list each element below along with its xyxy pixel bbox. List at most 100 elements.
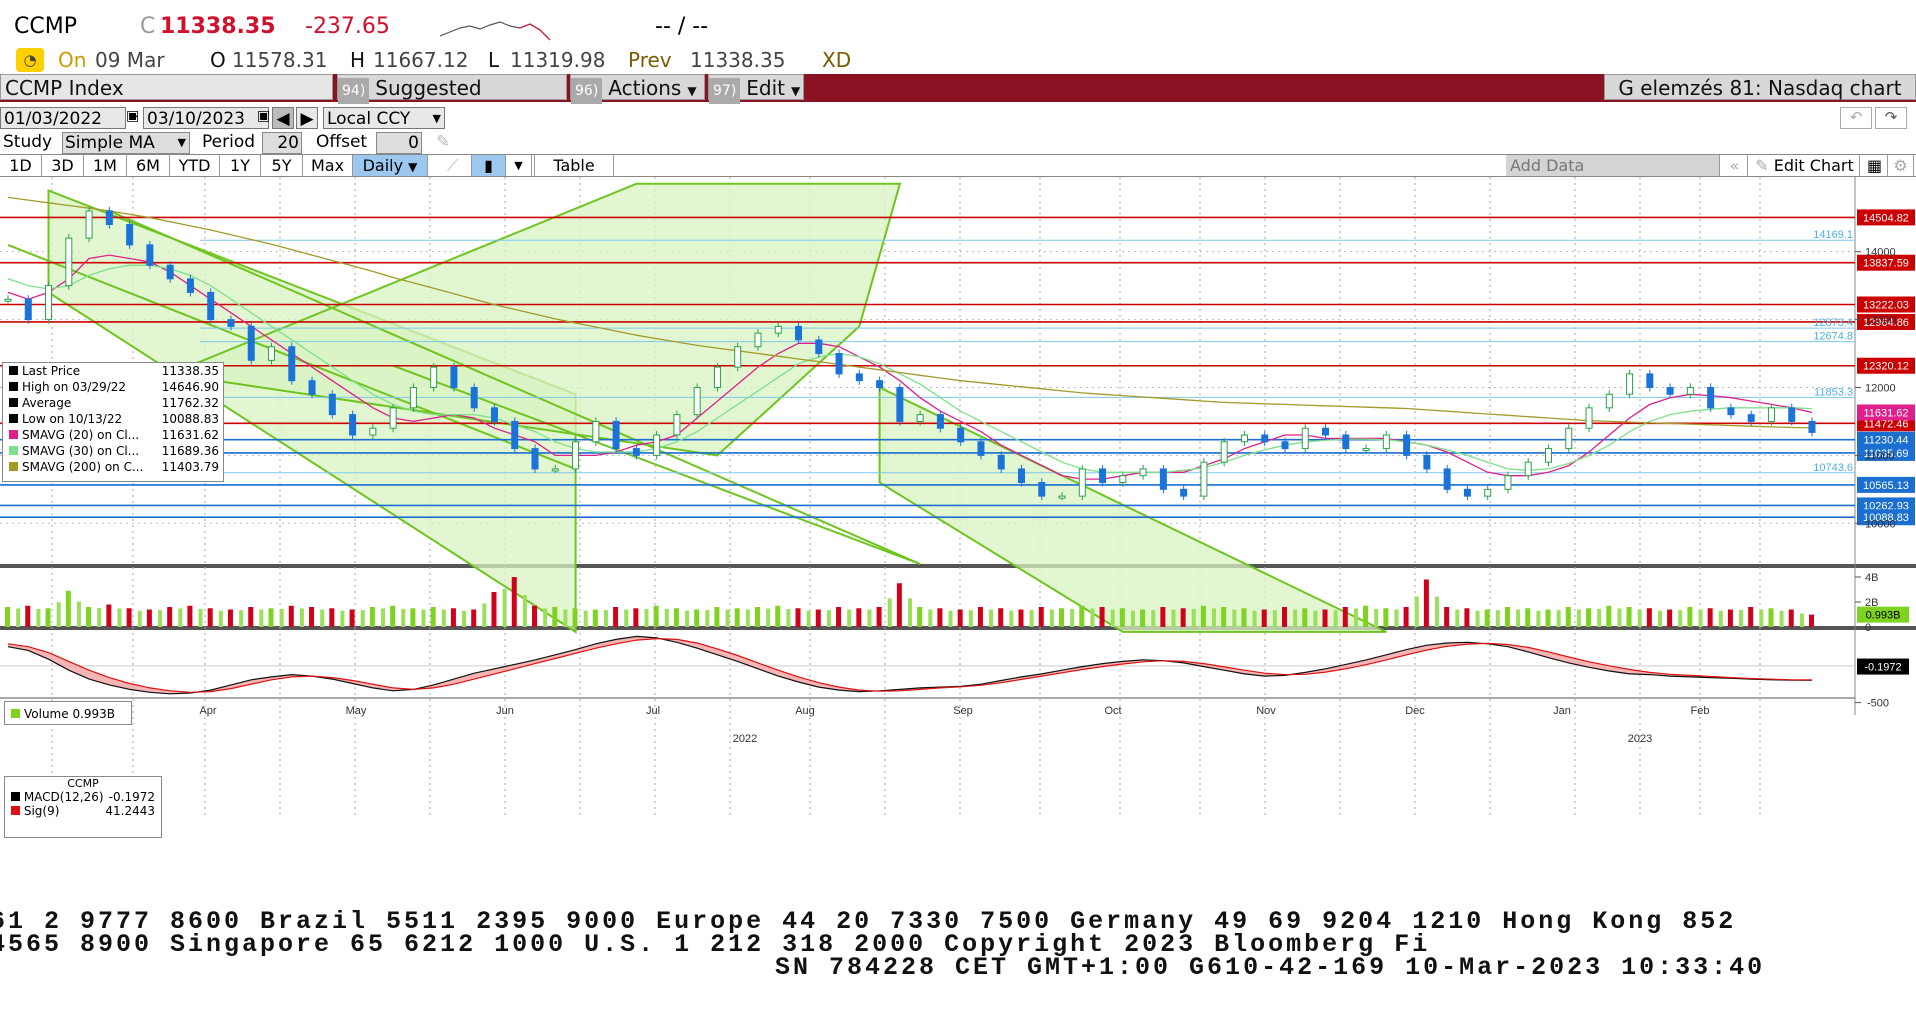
legend-swatch bbox=[9, 414, 18, 423]
range-max-button[interactable]: Max bbox=[303, 155, 353, 176]
volume-bar bbox=[1565, 607, 1571, 627]
candle-body bbox=[713, 366, 721, 388]
end-date-value: 03/10/2023 bbox=[147, 109, 245, 129]
legend-row: Low on 10/13/22 10088.83 bbox=[3, 411, 223, 427]
actions-menu[interactable]: 96) Actions ▼ bbox=[570, 74, 705, 104]
volume-bar bbox=[1241, 608, 1247, 627]
candle-chart-icon[interactable]: ▮ bbox=[472, 155, 506, 176]
chevron-down-icon[interactable]: ▼ bbox=[506, 155, 532, 176]
menu-number: 94) bbox=[338, 78, 370, 104]
candle-body bbox=[1808, 420, 1816, 433]
candle-body bbox=[227, 319, 235, 327]
range-3d-button[interactable]: 3D bbox=[42, 155, 84, 176]
table-button[interactable]: Table bbox=[534, 155, 614, 176]
volume-bar bbox=[1617, 608, 1622, 627]
range-1m-button[interactable]: 1M bbox=[84, 155, 127, 176]
macd-legend[interactable]: CCMP MACD(12,26) -0.1972 Sig(9) 41.2443 bbox=[4, 776, 162, 838]
volume-bar bbox=[766, 608, 771, 627]
offset-input[interactable]: 0 bbox=[376, 132, 422, 154]
offset-label: Offset bbox=[316, 132, 368, 152]
y-tick-label: 10000 bbox=[1865, 518, 1896, 530]
volume-bar bbox=[106, 604, 112, 627]
legend-value: 11403.79 bbox=[161, 460, 219, 474]
end-date-input[interactable]: 03/10/2023 bbox=[143, 107, 269, 129]
level-label: 12320.12 bbox=[1863, 361, 1909, 373]
volume-bar bbox=[450, 608, 456, 627]
volume-bar bbox=[1313, 610, 1318, 627]
line-chart-icon[interactable]: ⟋ bbox=[434, 155, 472, 176]
calendar-icon[interactable]: ▣ bbox=[257, 108, 270, 124]
level-label: 10565.13 bbox=[1863, 480, 1909, 492]
macd-last-label: -0.1972 bbox=[1864, 662, 1901, 674]
panel-divider bbox=[0, 564, 1916, 568]
suggested-charts-menu[interactable]: 94)Suggested Charts▼ bbox=[337, 74, 567, 129]
candle-body bbox=[835, 353, 843, 375]
start-date-input[interactable]: 01/03/2022 bbox=[0, 107, 126, 129]
volume-bar bbox=[754, 607, 760, 627]
pencil-icon[interactable]: ✎ bbox=[436, 132, 450, 152]
prev-period-button[interactable]: ◀ bbox=[272, 107, 294, 129]
speed-gauge-icon[interactable]: ◔ bbox=[16, 48, 44, 72]
volume-bar bbox=[1212, 608, 1217, 627]
volume-bar bbox=[937, 608, 943, 627]
volume-bar bbox=[1484, 609, 1490, 627]
month-label: Jul bbox=[646, 705, 660, 717]
volume-bar bbox=[1768, 608, 1774, 627]
redo-icon[interactable]: ↷ bbox=[1875, 107, 1907, 129]
volume-bar bbox=[1788, 609, 1794, 627]
gear-icon[interactable]: ⚙ bbox=[1888, 155, 1914, 176]
volume-bar bbox=[1171, 609, 1176, 627]
candle-body bbox=[1686, 386, 1694, 395]
candle-body bbox=[896, 386, 904, 422]
volume-bar bbox=[320, 609, 325, 627]
currency-select[interactable]: Local CCY ▼ bbox=[323, 107, 445, 129]
candle-body bbox=[1382, 434, 1390, 450]
macd-legend-row: MACD(12,26) -0.1972 bbox=[5, 790, 161, 804]
price-legend[interactable]: Last Price 11338.35 High on 03/29/22 14646.… bbox=[2, 362, 224, 482]
volume-bar bbox=[1070, 609, 1075, 627]
menu-label: Actions bbox=[608, 76, 682, 100]
range-6m-button[interactable]: 6M bbox=[127, 155, 170, 176]
price-chart[interactable]: 14169.1 12873.4 12674.8 11853.3 10743.6 1450… bbox=[0, 177, 1916, 905]
volume-bar bbox=[957, 609, 963, 627]
candle-body bbox=[1443, 468, 1451, 490]
volume-bar bbox=[491, 592, 497, 627]
volume-bar bbox=[1403, 607, 1409, 627]
add-data-input[interactable]: Add Data bbox=[1506, 155, 1720, 176]
chart-settings-icon[interactable]: ▦ bbox=[1862, 155, 1888, 176]
next-period-button[interactable]: ▶ bbox=[296, 107, 318, 129]
candle-body bbox=[1565, 427, 1573, 450]
edit-menu[interactable]: 97) Edit ▼ bbox=[708, 74, 804, 104]
frequency-select[interactable]: Daily ▼ bbox=[353, 155, 428, 176]
security-field[interactable]: CCMP Index bbox=[0, 74, 333, 100]
study-select[interactable]: Simple MA ▼ bbox=[62, 132, 190, 154]
volume-legend[interactable]: Volume 0.993B bbox=[4, 701, 132, 725]
range-1y-button[interactable]: 1Y bbox=[220, 155, 261, 176]
edit-chart-button[interactable]: ✎ Edit Chart bbox=[1750, 155, 1860, 176]
volume-bar bbox=[1626, 607, 1632, 627]
volume-bar bbox=[1281, 607, 1287, 627]
range-5y-button[interactable]: 5Y bbox=[261, 155, 303, 176]
period-input[interactable]: 20 bbox=[262, 132, 302, 154]
volume-bar bbox=[1414, 596, 1419, 627]
candle-body bbox=[1747, 414, 1755, 422]
candle-body bbox=[531, 448, 539, 470]
volume-bar bbox=[329, 608, 335, 627]
undo-icon[interactable]: ↶ bbox=[1840, 107, 1872, 129]
candle-body bbox=[916, 414, 924, 422]
volume-bar bbox=[1799, 613, 1804, 627]
candle-body bbox=[1200, 461, 1208, 497]
volume-bar bbox=[1252, 610, 1257, 627]
volume-bar bbox=[786, 609, 791, 627]
volume-bar bbox=[309, 607, 315, 627]
month-label: May bbox=[346, 705, 367, 717]
volume-bar bbox=[146, 609, 152, 627]
xd-flag: XD bbox=[822, 48, 852, 72]
range-ytd-button[interactable]: YTD bbox=[170, 155, 220, 176]
range-1d-button[interactable]: 1D bbox=[0, 155, 42, 176]
candle-body bbox=[1707, 386, 1715, 409]
legend-label: Average bbox=[22, 396, 72, 410]
collapse-icon[interactable]: « bbox=[1722, 155, 1748, 176]
volume-bar bbox=[572, 608, 578, 627]
legend-row: SMAVG (30) on Cl... 11689.36 bbox=[3, 443, 223, 459]
